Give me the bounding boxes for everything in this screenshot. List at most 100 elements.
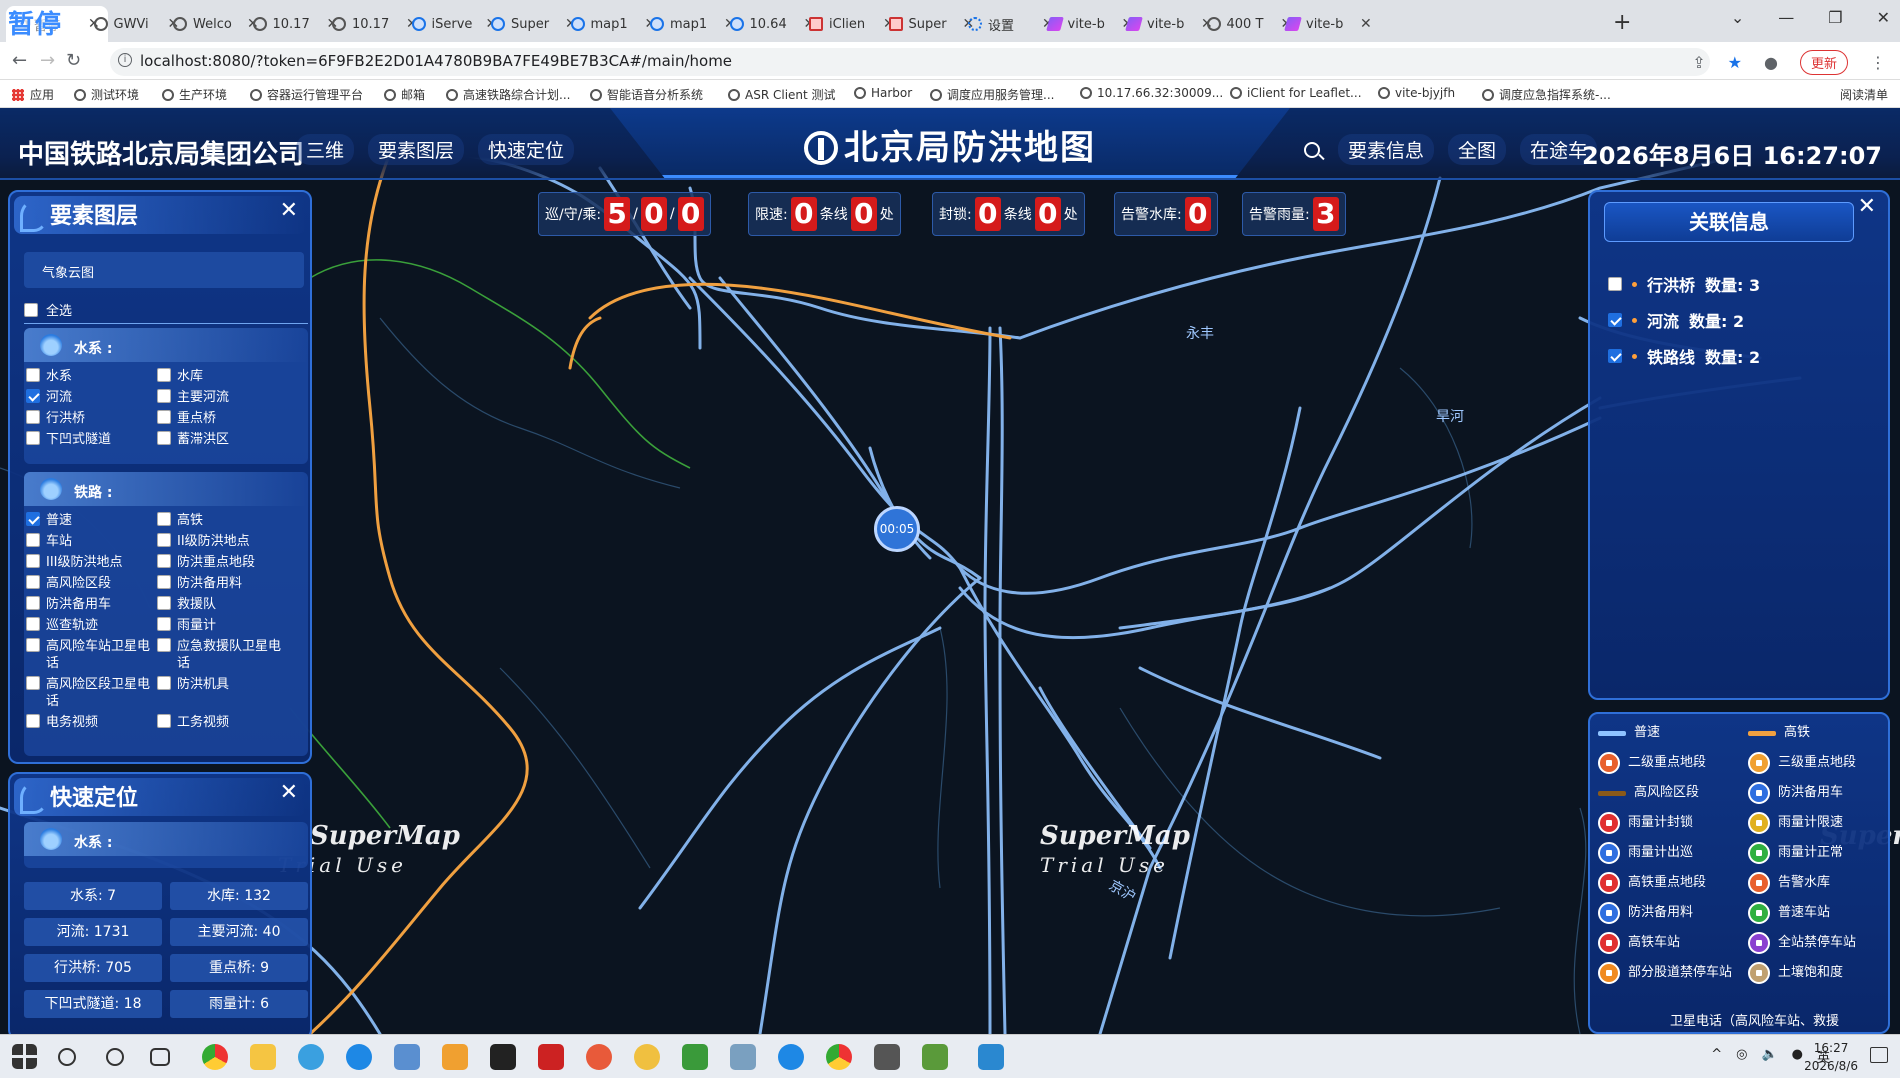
volume-icon[interactable]: 🔈 — [1761, 1047, 1777, 1066]
layer-checkbox[interactable] — [26, 389, 40, 403]
bookmark-item[interactable]: Harbor — [854, 86, 912, 100]
locate-count-button[interactable]: 河流: 1731 — [24, 918, 162, 946]
layer-checkbox[interactable] — [157, 596, 171, 610]
related-checkbox[interactable] — [1608, 277, 1622, 291]
back-icon[interactable]: ← — [12, 50, 27, 71]
menu-icon[interactable]: ⋮ — [1870, 53, 1886, 72]
taskbar-clock[interactable]: 16:27 2026/8/6 — [1804, 1039, 1858, 1075]
layer-checkbox[interactable] — [26, 431, 40, 445]
layer-checkbox[interactable] — [26, 368, 40, 382]
layer-checkbox[interactable] — [26, 676, 40, 690]
share-icon[interactable]: ⇪ — [1692, 53, 1705, 72]
bookmark-item[interactable]: ASR Client 测试 — [728, 86, 836, 103]
app-icon[interactable] — [778, 1044, 804, 1070]
layer-checkbox[interactable] — [157, 368, 171, 382]
layer-option[interactable]: 高风险车站卫星电话 — [26, 638, 157, 672]
locate-count-button[interactable]: 雨量计: 6 — [170, 990, 308, 1018]
close-icon[interactable]: ✕ — [280, 780, 298, 805]
layer-option[interactable]: 蓄滞洪区 — [157, 431, 288, 448]
start-icon[interactable] — [12, 1044, 37, 1069]
update-button[interactable]: 更新 — [1799, 50, 1848, 75]
layer-checkbox[interactable] — [157, 554, 171, 568]
bookmark-item[interactable]: 10.17.66.32:30009... — [1080, 86, 1223, 100]
chrome-icon[interactable] — [826, 1044, 852, 1070]
locate-count-button[interactable]: 主要河流: 40 — [170, 918, 308, 946]
nav-element-info[interactable]: 要素信息 — [1338, 134, 1435, 165]
layer-option[interactable]: 下凹式隧道 — [26, 431, 157, 448]
browser-tab[interactable]: vite-b ✕ — [1278, 6, 1380, 42]
close-icon[interactable]: ✕ — [280, 198, 298, 223]
layer-checkbox[interactable] — [26, 410, 40, 424]
related-checkbox[interactable] — [1608, 313, 1622, 327]
layer-checkbox[interactable] — [26, 714, 40, 728]
layer-option[interactable]: 防洪备用车 — [26, 596, 157, 613]
terminal-icon[interactable] — [490, 1044, 516, 1070]
bookmark-item[interactable]: vite-bjyjfh — [1378, 86, 1455, 100]
layer-checkbox[interactable] — [26, 554, 40, 568]
locate-count-button[interactable]: 水系: 7 — [24, 882, 162, 910]
layer-checkbox[interactable] — [157, 676, 171, 690]
layer-checkbox[interactable] — [26, 617, 40, 631]
layer-option[interactable]: 普速 — [26, 512, 157, 529]
bookmark-item[interactable]: 调度应急指挥系统-... — [1482, 86, 1611, 103]
app-icon[interactable] — [682, 1044, 708, 1070]
related-checkbox[interactable] — [1608, 349, 1622, 363]
layer-option[interactable]: 工务视频 — [157, 714, 288, 731]
tab-search-icon[interactable]: ⌄ — [1731, 8, 1744, 27]
layer-checkbox[interactable] — [157, 575, 171, 589]
locate-count-button[interactable]: 行洪桥: 705 — [24, 954, 162, 982]
layer-checkbox[interactable] — [26, 533, 40, 547]
layer-option[interactable]: 车站 — [26, 533, 157, 550]
layer-option[interactable]: 水库 — [157, 368, 288, 385]
app-icon[interactable] — [634, 1044, 660, 1070]
app-icon[interactable] — [586, 1044, 612, 1070]
app-icon[interactable] — [922, 1044, 948, 1070]
layer-checkbox[interactable] — [157, 410, 171, 424]
close-window-button[interactable]: ✕ — [1877, 8, 1890, 27]
bookmark-item[interactable]: 生产环境 — [162, 86, 227, 103]
mic-icon[interactable]: ● — [1792, 1047, 1803, 1066]
layer-option[interactable]: 防洪备用料 — [157, 575, 288, 592]
related-item[interactable]: 行洪桥 数量: 3 — [1608, 272, 1760, 296]
layer-option[interactable]: 防洪机具 — [157, 676, 288, 710]
layer-checkbox[interactable] — [26, 596, 40, 610]
layer-checkbox[interactable] — [26, 512, 40, 526]
locate-count-button[interactable]: 水库: 132 — [170, 882, 308, 910]
new-tab-button[interactable]: + — [1613, 10, 1631, 35]
layer-option[interactable]: 防洪重点地段 — [157, 554, 288, 571]
app-icon[interactable] — [730, 1044, 756, 1070]
app-icon[interactable] — [442, 1044, 468, 1070]
url-field[interactable]: i localhost:8080/?token=6F9FB2E2D01A4780… — [110, 48, 1710, 76]
bookmark-item[interactable]: 调度应用服务管理... — [930, 86, 1054, 103]
notification-icon[interactable] — [1870, 1047, 1888, 1063]
locate-count-button[interactable]: 下凹式隧道: 18 — [24, 990, 162, 1018]
cortana-icon[interactable] — [106, 1048, 124, 1066]
bookmark-item[interactable]: 应用 — [12, 86, 54, 103]
layer-checkbox[interactable] — [26, 575, 40, 589]
layer-option[interactable]: III级防洪地点 — [26, 554, 157, 571]
related-item[interactable]: 河流 数量: 2 — [1608, 308, 1760, 332]
layer-option[interactable]: 水系 — [26, 368, 157, 385]
map-timer-marker[interactable]: 00:05 — [874, 506, 920, 552]
layer-checkbox[interactable] — [157, 617, 171, 631]
chrome-icon[interactable] — [202, 1044, 228, 1070]
app-icon[interactable] — [394, 1044, 420, 1070]
related-item[interactable]: 铁路线 数量: 2 — [1608, 344, 1760, 368]
layer-option[interactable]: 高铁 — [157, 512, 288, 529]
reading-list[interactable]: 阅读清单 — [1840, 86, 1888, 103]
weather-cloud-toggle[interactable]: 气象云图 — [24, 252, 304, 288]
app-icon[interactable] — [978, 1044, 1004, 1070]
layer-option[interactable]: II级防洪地点 — [157, 533, 288, 550]
layer-checkbox[interactable] — [26, 638, 40, 652]
layer-checkbox[interactable] — [157, 533, 171, 547]
layer-option[interactable]: 行洪桥 — [26, 410, 157, 427]
restore-button[interactable]: ❐ — [1828, 8, 1842, 27]
layer-option[interactable]: 应急救援队卫星电话 — [157, 638, 288, 672]
nav-full-map[interactable]: 全图 — [1448, 134, 1507, 165]
layer-option[interactable]: 雨量计 — [157, 617, 288, 634]
nav-locate[interactable]: 快速定位 — [478, 134, 575, 165]
layer-option[interactable]: 重点桥 — [157, 410, 288, 427]
locate-count-button[interactable]: 重点桥: 9 — [170, 954, 308, 982]
search-icon[interactable] — [1304, 142, 1320, 158]
forward-icon[interactable]: → — [40, 50, 55, 71]
